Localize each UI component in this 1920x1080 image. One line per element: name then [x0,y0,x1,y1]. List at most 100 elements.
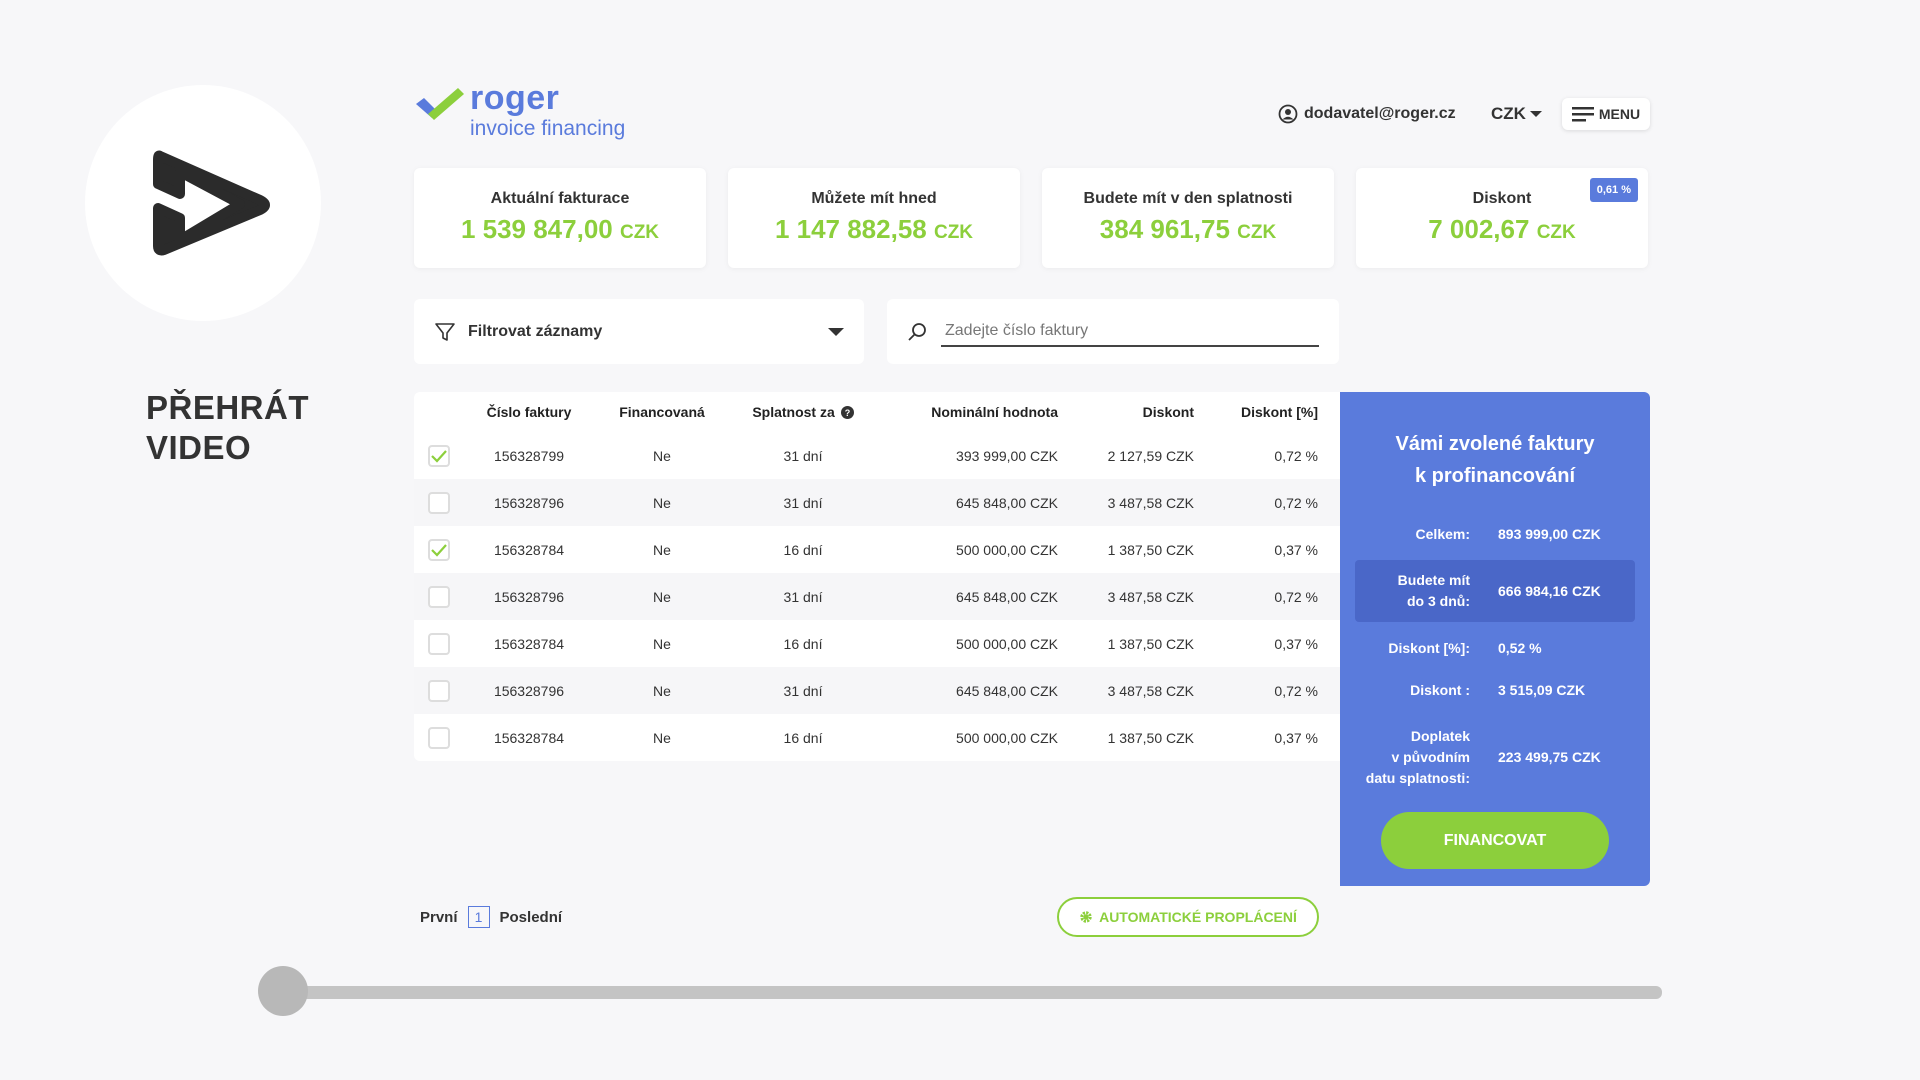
svg-text:?: ? [844,408,850,418]
cell-nominal: 645 848,00 CZK [956,682,1058,699]
filter-dropdown[interactable]: Filtrovat záznamy [414,299,864,364]
cell-due: 31 dní [783,588,823,605]
summary-card-due: Budete mít v den splatnosti 384 961,75 C… [1042,168,1334,268]
selected-invoices-panel: Vámi zvolené faktury k profinancování Ce… [1340,392,1650,886]
cell-number: 156328796 [493,588,565,605]
checkmark-logo-icon [416,88,464,120]
menu-label: MENU [1598,106,1641,122]
cell-number: 156328796 [493,682,565,699]
summary-value: 7 002,67 CZK [1428,214,1576,244]
cell-number: 156328799 [493,447,565,464]
col-header-nominal[interactable]: Nominální hodnota [876,404,1058,420]
cell-discount: 3 487,58 CZK [1107,682,1194,699]
auto-payment-label: AUTOMATICKÉ PROPLÁCENÍ [1099,909,1297,925]
currency-select[interactable]: CZK [1491,104,1542,124]
row-checkbox[interactable] [428,444,450,467]
pager-page-current[interactable]: 1 [467,906,490,928]
logo-name: roger [470,79,560,117]
cell-due: 16 dní [783,729,823,746]
summary-label: Budete mít v den splatnosti [1083,190,1293,207]
summary-card-discount: 0,61 % Diskont 7 002,67 CZK [1356,168,1648,268]
user-email: dodavatel@roger.cz [1304,105,1456,122]
cell-discount: 3 487,58 CZK [1107,494,1194,511]
play-video-label-line1: PŘEHRÁT [146,389,310,426]
table-row[interactable]: 156328796 Ne 31 dní 645 848,00 CZK 3 487,58 … [414,667,1340,714]
cell-number: 156328796 [493,494,565,511]
video-progress-track[interactable] [282,986,1662,999]
cell-financed: Ne [653,494,671,511]
panel-within-3-days: Budete mít do 3 dnů: 666 984,16 CZK [1355,560,1635,622]
cell-discount-pct: 0,72 % [1274,682,1318,699]
finance-button[interactable]: FINANCOVAT [1381,812,1609,869]
cell-discount-pct: 0,37 % [1274,635,1318,652]
help-icon[interactable]: ? [840,406,854,419]
cell-due: 31 dní [783,447,823,464]
cell-discount: 1 387,50 CZK [1107,635,1194,652]
table-row[interactable]: 156328799 Ne 31 dní 393 999,00 CZK 2 127,59 … [414,432,1340,479]
play-video-button[interactable] [85,85,321,321]
summary-card-current: Aktuální fakturace 1 539 847,00 CZK [414,168,706,268]
cell-discount-pct: 0,37 % [1274,729,1318,746]
cell-nominal: 500 000,00 CZK [956,635,1058,652]
cell-nominal: 393 999,00 CZK [956,447,1058,464]
cell-nominal: 645 848,00 CZK [956,588,1058,605]
cell-discount-pct: 0,72 % [1274,494,1318,511]
col-header-due[interactable]: Splatnost za ? [730,404,876,420]
check-icon [431,543,447,557]
pager-last[interactable]: Poslední [500,909,563,926]
menu-button[interactable]: MENU [1562,98,1650,130]
chevron-down-icon [828,327,844,336]
cell-due: 16 dní [783,541,823,558]
summary-value: 384 961,75 CZK [1099,214,1277,244]
filter-label: Filtrovat záznamy [468,322,603,340]
col-header-discount[interactable]: Diskont [1058,404,1194,420]
currency-value: CZK [1491,104,1526,123]
table-row[interactable]: 156328784 Ne 16 dní 500 000,00 CZK 1 387,50 … [414,620,1340,667]
row-checkbox[interactable] [428,679,450,702]
panel-discount-pct: Diskont [%]: 0,52 % [1388,639,1542,657]
filter-icon [435,322,455,341]
col-header-discount-pct[interactable]: Diskont [%] [1194,404,1318,420]
summary-label: Aktuální fakturace [490,190,630,207]
user-account[interactable]: dodavatel@roger.cz [1278,104,1456,124]
table-row[interactable]: 156328784 Ne 16 dní 500 000,00 CZK 1 387,50 … [414,526,1340,573]
summary-value: 1 147 882,58 CZK [774,214,974,244]
col-header-financed[interactable]: Financovaná [594,404,730,420]
check-icon [431,449,447,463]
cell-number: 156328784 [493,635,565,652]
discount-badge: 0,61 % [1589,178,1638,202]
table-header: Číslo faktury Financovaná Splatnost za ?… [414,392,1340,432]
pagination: První 1 Poslední [420,906,562,928]
summary-label: Můžete mít hned [811,190,937,207]
row-checkbox[interactable] [428,585,450,608]
chevron-down-icon [1529,111,1542,117]
gear-icon [1080,911,1092,923]
auto-payment-button[interactable]: AUTOMATICKÉ PROPLÁCENÍ [1057,897,1319,937]
cell-financed: Ne [653,588,671,605]
invoice-search-input[interactable] [941,316,1319,347]
table-row[interactable]: 156328796 Ne 31 dní 645 848,00 CZK 3 487,58 … [414,479,1340,526]
search-icon [908,322,926,341]
user-icon [1278,104,1298,124]
roger-logo[interactable]: roger invoice financing [414,80,625,142]
pager-first[interactable]: První [420,909,458,926]
cell-financed: Ne [653,447,671,464]
table-row[interactable]: 156328784 Ne 16 dní 500 000,00 CZK 1 387,50 … [414,714,1340,761]
summary-card-now: Můžete mít hned 1 147 882,58 CZK [728,168,1020,268]
cell-nominal: 500 000,00 CZK [956,729,1058,746]
row-checkbox[interactable] [428,726,450,749]
panel-surcharge: Doplatek v původním datu splatnosti: 223 4… [1365,727,1601,786]
row-checkbox[interactable] [428,538,450,561]
hamburger-icon [1571,107,1594,122]
col-header-number[interactable]: Číslo faktury [464,404,594,420]
cell-financed: Ne [653,635,671,652]
row-checkbox[interactable] [428,632,450,655]
play-icon [153,150,270,256]
row-checkbox[interactable] [428,491,450,514]
video-progress-handle[interactable] [258,966,308,1016]
table-row[interactable]: 156328796 Ne 31 dní 645 848,00 CZK 3 487,58 … [414,573,1340,620]
logo-tagline: invoice financing [470,117,626,140]
cell-number: 156328784 [493,729,565,746]
cell-financed: Ne [653,682,671,699]
play-video-label[interactable]: PŘEHRÁT VIDEO [146,388,309,468]
